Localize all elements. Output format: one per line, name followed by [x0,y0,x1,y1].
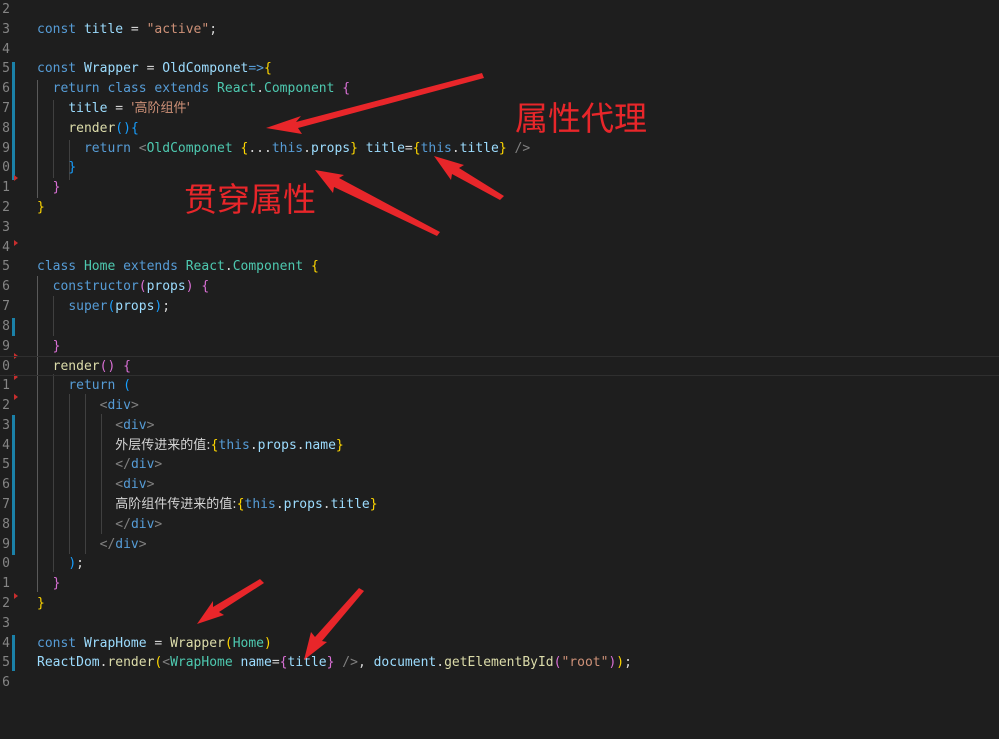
annotation-property-proxy: 属性代理 [515,99,647,138]
annotation-arrows [197,73,504,660]
annotation-pass-through-props: 贯穿属性 [184,180,316,219]
arrow-to-name-title [304,588,364,660]
arrow-to-title-field [266,73,484,134]
arrow-to-wrapper-call [197,579,264,624]
arrow-to-title-prop [434,156,504,200]
arrow-to-spread-props [315,170,440,236]
